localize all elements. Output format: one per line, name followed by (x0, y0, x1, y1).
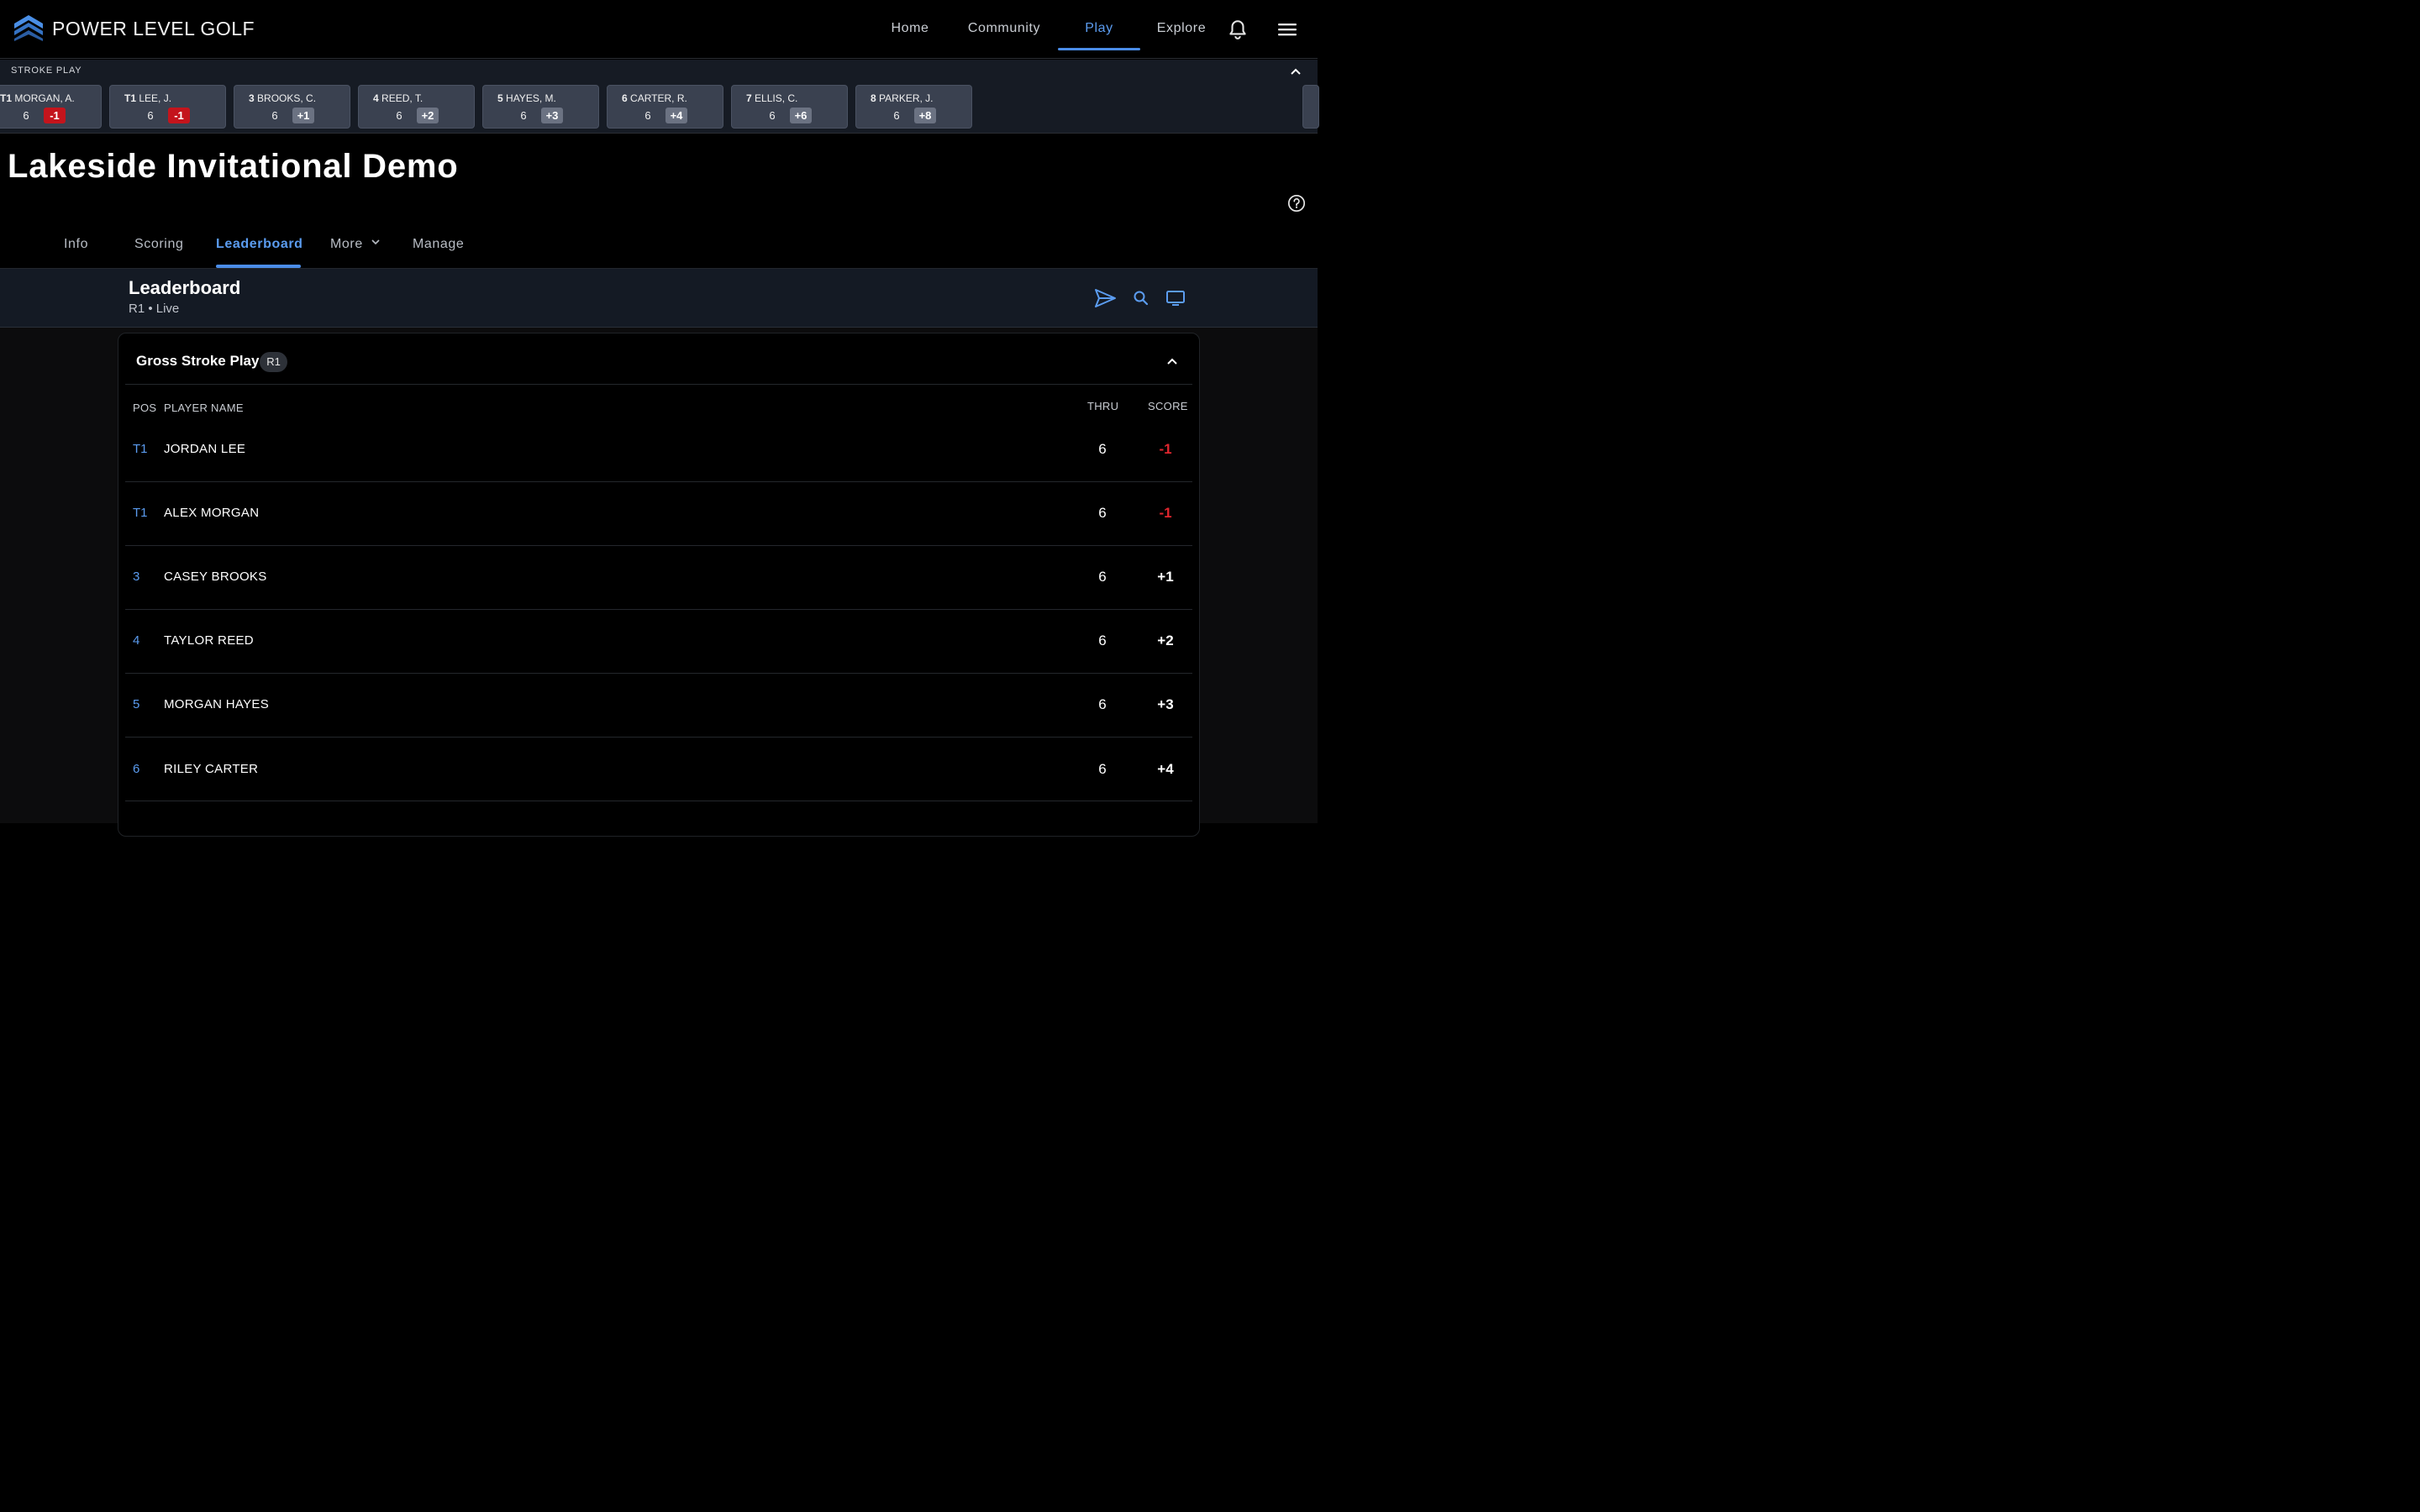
tv-icon[interactable] (1165, 290, 1186, 307)
event-title: Lakeside Invitational Demo (8, 148, 459, 185)
divider (125, 481, 1192, 482)
divider (125, 609, 1192, 610)
col-header-pos: POS (133, 402, 157, 414)
ticker-card[interactable]: 8 PARKER, J. 6 +8 (855, 85, 972, 129)
col-header-score: SCORE (1148, 400, 1188, 412)
col-header-player-name: PLAYER NAME (164, 402, 244, 414)
row-thru: 6 (1098, 761, 1107, 777)
nav-home[interactable]: Home (886, 0, 934, 59)
ticker-card-name: 6 CARTER, R. (622, 92, 687, 104)
section-subtitle: R1 • Live (129, 302, 180, 316)
chevron-up-icon[interactable] (1165, 354, 1180, 370)
search-icon[interactable] (1133, 290, 1150, 307)
send-icon[interactable] (1093, 287, 1117, 309)
ticker-card-score: +2 (417, 108, 439, 123)
chevron-up-icon[interactable] (1288, 65, 1303, 80)
ticker-card[interactable]: 3 BROOKS, C. 6 +1 (234, 85, 350, 129)
row-player-name: ALEX MORGAN (164, 506, 260, 520)
ticker-card-name: 8 PARKER, J. (871, 92, 934, 104)
ticker-card[interactable]: 5 HAYES, M. 6 +3 (482, 85, 599, 129)
ticker-card-score: +4 (666, 108, 687, 123)
panel-title: Gross Stroke Play (136, 353, 260, 369)
divider (125, 545, 1192, 546)
ticker-card-score: -1 (168, 108, 190, 123)
row-score: +3 (1157, 696, 1174, 712)
divider (125, 384, 1192, 385)
ticker-card[interactable]: T1 MORGAN, A. 6 -1 (0, 85, 102, 129)
row-score: +4 (1157, 761, 1174, 777)
row-thru: 6 (1098, 633, 1107, 648)
row-player-name: CASEY BROOKS (164, 570, 267, 584)
divider (125, 673, 1192, 674)
row-score: +1 (1157, 569, 1174, 585)
ticker-card-name: 3 BROOKS, C. (249, 92, 317, 104)
row-pos: T1 (133, 506, 148, 520)
top-navigation: POWER LEVEL GOLF Home Community Play Exp… (0, 0, 1318, 59)
ticker-card-score: +3 (541, 108, 563, 123)
nav-active-indicator (1058, 48, 1140, 50)
tab-info[interactable]: Info (64, 237, 88, 252)
brand-home-link[interactable]: POWER LEVEL GOLF (13, 13, 255, 44)
ticker-title: STROKE PLAY (11, 66, 82, 76)
row-player-name: MORGAN HAYES (164, 697, 270, 711)
power-level-golf-logo-icon (14, 15, 43, 41)
tab-more-label: More (330, 237, 363, 251)
help-icon[interactable] (1287, 194, 1306, 213)
round-badge: R1 (260, 352, 287, 372)
ticker-card-name: 4 REED, T. (373, 92, 424, 104)
ticker-card[interactable]: 7 ELLIS, C. 6 +6 (731, 85, 848, 129)
row-pos: T1 (133, 442, 148, 456)
chevron-down-icon (371, 239, 380, 245)
tab-manage[interactable]: Manage (413, 237, 464, 252)
brand-name: POWER LEVEL GOLF (52, 18, 255, 39)
divider (125, 737, 1192, 738)
stroke-play-ticker: STROKE PLAY T1 MORGAN, A. 6 -1 T1 LEE, J… (0, 60, 1319, 134)
col-header-thru: THRU (1087, 400, 1119, 412)
ticker-card-score: +8 (914, 108, 936, 123)
row-score: -1 (1159, 441, 1172, 457)
tab-scoring[interactable]: Scoring (134, 237, 183, 252)
row-score: -1 (1159, 505, 1172, 521)
leaderboard-header: Leaderboard R1 • Live (0, 269, 1318, 328)
bell-icon[interactable] (1227, 18, 1249, 40)
row-pos: 5 (133, 697, 140, 711)
tab-more[interactable]: More (330, 237, 381, 252)
ticker-card[interactable]: T1 LEE, J. 6 -1 (109, 85, 226, 129)
nav-community[interactable]: Community (963, 0, 1045, 59)
row-thru: 6 (1098, 441, 1107, 457)
hamburger-menu-icon[interactable] (1276, 18, 1299, 40)
row-player-name: TAYLOR REED (164, 633, 254, 648)
row-pos: 6 (133, 762, 140, 776)
row-pos: 3 (133, 570, 140, 584)
tab-leaderboard[interactable]: Leaderboard (216, 237, 303, 252)
ticker-card[interactable]: 4 REED, T. 6 +2 (358, 85, 475, 129)
ticker-card-score: -1 (44, 108, 66, 123)
ticker-card-score: +1 (292, 108, 314, 123)
row-thru: 6 (1098, 505, 1107, 521)
ticker-card-name: 7 ELLIS, C. (746, 92, 798, 104)
ticker-card-partial[interactable] (1302, 85, 1319, 129)
ticker-card[interactable]: 6 CARTER, R. 6 +4 (607, 85, 723, 129)
row-score: +2 (1157, 633, 1174, 648)
section-title: Leaderboard (129, 277, 241, 298)
ticker-card-name: 5 HAYES, M. (497, 92, 556, 104)
ticker-card-name: T1 LEE, J. (124, 92, 172, 104)
ticker-card-score: +6 (790, 108, 812, 123)
row-player-name: RILEY CARTER (164, 762, 259, 776)
row-pos: 4 (133, 633, 140, 648)
nav-explore[interactable]: Explore (1153, 0, 1210, 59)
row-thru: 6 (1098, 696, 1107, 712)
row-thru: 6 (1098, 569, 1107, 585)
row-player-name: JORDAN LEE (164, 442, 246, 456)
ticker-card-name: T1 MORGAN, A. (0, 92, 75, 104)
leaderboard-panel (118, 333, 1200, 837)
